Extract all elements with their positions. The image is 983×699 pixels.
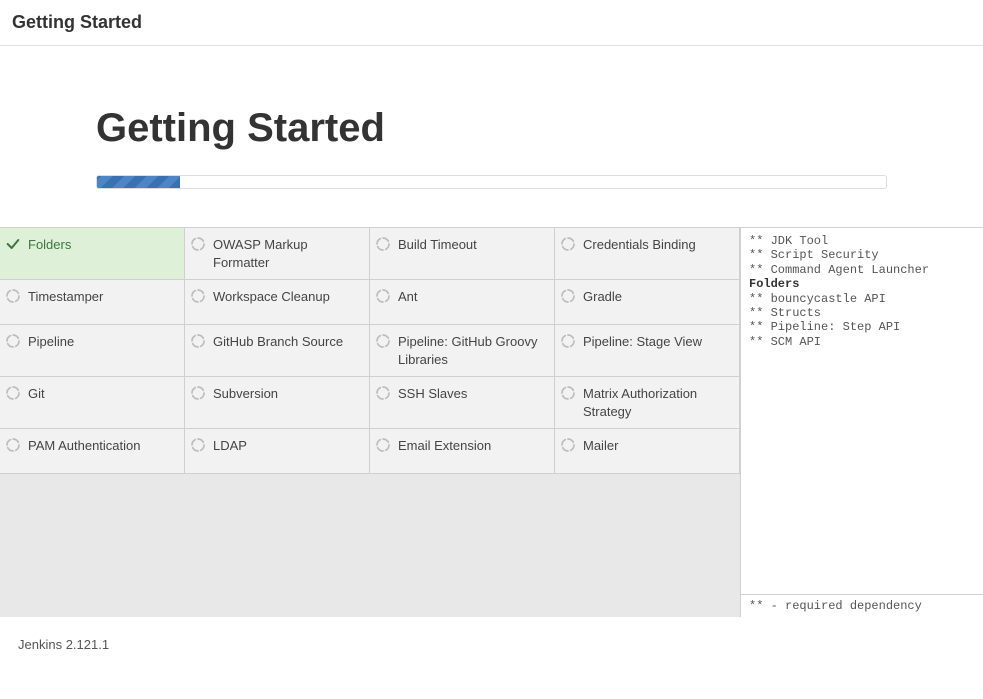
plugin-cell: LDAP (185, 429, 370, 474)
plugin-cell: Build Timeout (370, 228, 555, 280)
plugin-cell: Ant (370, 280, 555, 325)
spinner-icon (4, 288, 22, 304)
spinner-icon (559, 288, 577, 304)
spinner-icon (189, 288, 207, 304)
spinner-icon (189, 385, 207, 401)
spinner-icon (189, 437, 207, 453)
plugin-row: Pipeline GitHub Branch Source Pipeline: Gi… (0, 325, 740, 377)
plugin-label: Credentials Binding (583, 236, 731, 254)
title-section: Getting Started (0, 106, 983, 189)
log-line: ** SCM API (749, 335, 975, 349)
plugin-label: Pipeline: GitHub Groovy Libraries (398, 333, 546, 368)
plugin-label: Workspace Cleanup (213, 288, 361, 306)
grid-filler (0, 474, 740, 617)
plugin-row: Git Subversion SSH Slaves Matrix Authorizat… (0, 377, 740, 429)
plugin-cell: Folders (0, 228, 185, 280)
spinner-icon (374, 437, 392, 453)
plugin-label: Build Timeout (398, 236, 546, 254)
log-line: ** JDK Tool (749, 234, 975, 248)
plugin-cell: PAM Authentication (0, 429, 185, 474)
plugin-cell: OWASP Markup Formatter (185, 228, 370, 280)
plugin-cell: Pipeline: Stage View (555, 325, 740, 377)
plugin-label: Timestamper (28, 288, 176, 306)
plugin-label: Mailer (583, 437, 731, 455)
spinner-icon (374, 333, 392, 349)
plugin-cell: Pipeline (0, 325, 185, 377)
plugin-cell: Subversion (185, 377, 370, 429)
plugin-label: Pipeline (28, 333, 176, 351)
spinner-icon (189, 236, 207, 252)
spinner-icon (559, 333, 577, 349)
log-line: ** Command Agent Launcher (749, 263, 975, 277)
plugin-cell: Mailer (555, 429, 740, 474)
plugin-label: SSH Slaves (398, 385, 546, 403)
spinner-icon (4, 437, 22, 453)
plugin-cell: Timestamper (0, 280, 185, 325)
plugin-label: PAM Authentication (28, 437, 176, 455)
spinner-icon (189, 333, 207, 349)
plugin-cell: Matrix Authorization Strategy (555, 377, 740, 429)
log-line: ** Pipeline: Step API (749, 320, 975, 334)
log-line: Folders (749, 277, 975, 291)
plugin-label: Matrix Authorization Strategy (583, 385, 731, 420)
log-line: ** Script Security (749, 248, 975, 262)
progress-fill (97, 176, 180, 188)
plugin-cell: Pipeline: GitHub Groovy Libraries (370, 325, 555, 377)
page-title: Getting Started (96, 106, 887, 151)
plugin-label: Folders (28, 236, 176, 254)
log-panel: ** JDK Tool** Script Security** Command … (740, 227, 983, 617)
plugin-cell: SSH Slaves (370, 377, 555, 429)
footer: Jenkins 2.121.1 (0, 617, 983, 672)
header-title: Getting Started (12, 12, 142, 32)
log-line: ** bouncycastle API (749, 292, 975, 306)
content-row: Folders OWASP Markup Formatter Build Timeo… (0, 227, 983, 617)
spinner-icon (374, 385, 392, 401)
plugin-label: Pipeline: Stage View (583, 333, 731, 351)
spinner-icon (374, 288, 392, 304)
spinner-icon (559, 437, 577, 453)
plugin-label: Git (28, 385, 176, 403)
plugins-grid: Folders OWASP Markup Formatter Build Timeo… (0, 227, 740, 617)
spinner-icon (4, 333, 22, 349)
plugin-label: Gradle (583, 288, 731, 306)
plugin-label: GitHub Branch Source (213, 333, 361, 351)
plugin-cell: Git (0, 377, 185, 429)
plugin-row: Folders OWASP Markup Formatter Build Timeo… (0, 228, 740, 280)
header-bar: Getting Started (0, 0, 983, 46)
log-line: ** Structs (749, 306, 975, 320)
progress-bar (96, 175, 887, 189)
plugin-label: Ant (398, 288, 546, 306)
main-area: Getting Started Folders OWASP Markup Form… (0, 46, 983, 617)
spinner-icon (4, 385, 22, 401)
spinner-icon (559, 385, 577, 401)
spinner-icon (374, 236, 392, 252)
plugin-label: Email Extension (398, 437, 546, 455)
plugin-cell: Credentials Binding (555, 228, 740, 280)
plugin-label: Subversion (213, 385, 361, 403)
plugin-cell: Gradle (555, 280, 740, 325)
log-footer: ** - required dependency (741, 594, 983, 617)
plugin-cell: GitHub Branch Source (185, 325, 370, 377)
spinner-icon (559, 236, 577, 252)
plugin-row: Timestamper Workspace Cleanup Ant Gradle (0, 280, 740, 325)
plugin-cell: Email Extension (370, 429, 555, 474)
plugin-row: PAM Authentication LDAP Email Extension Mai… (0, 429, 740, 474)
log-body: ** JDK Tool** Script Security** Command … (741, 228, 983, 594)
version-text: Jenkins 2.121.1 (18, 637, 109, 652)
plugin-cell: Workspace Cleanup (185, 280, 370, 325)
plugin-label: OWASP Markup Formatter (213, 236, 361, 271)
plugin-label: LDAP (213, 437, 361, 455)
check-icon (4, 236, 22, 252)
